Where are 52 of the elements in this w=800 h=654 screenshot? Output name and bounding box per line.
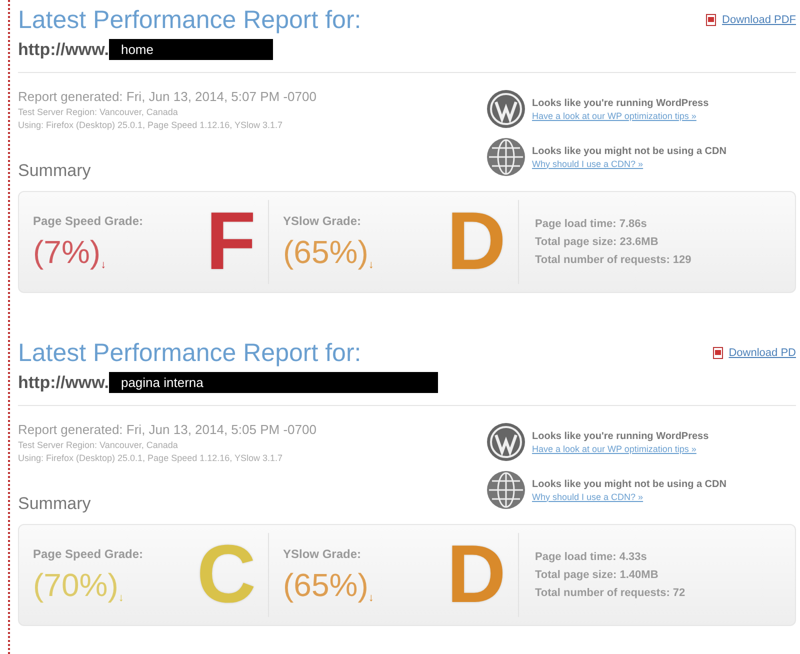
notice-link[interactable]: Why should I use a CDN? » bbox=[532, 158, 726, 168]
grade-label: YSlow Grade: bbox=[283, 214, 362, 228]
summary-heading: Summary bbox=[18, 494, 92, 514]
globe-icon bbox=[486, 470, 526, 510]
report-generated: Report generated: Fri, Jun 13, 2014, 5:05 PM -0700 bbox=[18, 422, 316, 437]
grade-letter: D bbox=[446, 201, 506, 283]
redacted-url: pagina interna bbox=[108, 372, 438, 393]
stat-text: Page load time: 7.86s bbox=[535, 218, 648, 230]
url-prefix: http://www. bbox=[18, 372, 109, 392]
wordpress-icon bbox=[486, 89, 526, 129]
grade-letter: C bbox=[196, 534, 256, 616]
report-title: Latest Performance Report for: bbox=[18, 6, 362, 35]
report-title: Latest Performance Report for: bbox=[18, 339, 362, 368]
notice-link[interactable]: Have a look at our WP optimization tips » bbox=[532, 110, 709, 120]
down-arrow: ↓ bbox=[118, 592, 124, 604]
notice-text: Looks like you're running WordPress bbox=[532, 98, 709, 108]
stat-text: Total number of requests: 72 bbox=[535, 587, 686, 599]
stat-text: Total page size: 1.40MB bbox=[535, 569, 660, 581]
pdf-icon bbox=[706, 14, 716, 26]
grade-percentage: (65%) bbox=[283, 234, 368, 270]
download-pdf-link[interactable]: Download PD bbox=[712, 347, 796, 359]
grade-label: Page Speed Grade: bbox=[33, 214, 144, 228]
globe-icon bbox=[486, 137, 526, 177]
notice-text: Looks like you might not be using a CDN bbox=[532, 478, 726, 490]
notice-link[interactable]: Why should I use a CDN? » bbox=[532, 492, 726, 502]
report-generated: Report generated: Fri, Jun 13, 2014, 5:07 PM -0700 bbox=[18, 89, 316, 104]
browser-info: Using: Firefox (Desktop) 25.0.1, Page Speed 1.12.16, YSlow 3.1.7 bbox=[18, 120, 284, 130]
grade-letter: F bbox=[206, 201, 256, 283]
download-pdf-link[interactable]: Download PDF bbox=[706, 14, 796, 26]
grade-percentage: (70%) bbox=[33, 566, 118, 604]
pdf-icon bbox=[712, 347, 723, 359]
redacted-url: home bbox=[108, 39, 273, 60]
server-region: Test Server Region: Vancouver, Canada bbox=[18, 107, 179, 117]
grade-letter: D bbox=[446, 534, 506, 616]
url-prefix: http://www. bbox=[18, 40, 109, 60]
notice-link[interactable]: Have a look at our WP optimization tips » bbox=[532, 444, 709, 454]
grade-label: YSlow Grade: bbox=[283, 546, 362, 560]
wordpress-icon bbox=[486, 422, 526, 462]
stat-text: Total page size: 23.6MB bbox=[535, 236, 660, 248]
grade-percentage: (7%) bbox=[33, 234, 101, 270]
summary-heading: Summary bbox=[18, 161, 92, 181]
stat-text: Total number of requests: 129 bbox=[535, 254, 692, 266]
notice-text: Looks like you're running WordPress bbox=[532, 430, 709, 442]
down-arrow: ↓ bbox=[368, 592, 374, 604]
grade-label: Page Speed Grade: bbox=[33, 546, 144, 560]
down-arrow: ↓ bbox=[100, 258, 106, 270]
browser-info: Using: Firefox (Desktop) 25.0.1, Page Speed 1.12.16, YSlow 3.1.7 bbox=[18, 453, 284, 463]
down-arrow: ↓ bbox=[368, 258, 374, 270]
server-region: Test Server Region: Vancouver, Canada bbox=[18, 440, 179, 450]
grade-percentage: (65%) bbox=[283, 566, 368, 604]
stat-text: Page load time: 4.33s bbox=[535, 551, 648, 563]
notice-text: Looks like you might not be using a CDN bbox=[532, 146, 726, 156]
